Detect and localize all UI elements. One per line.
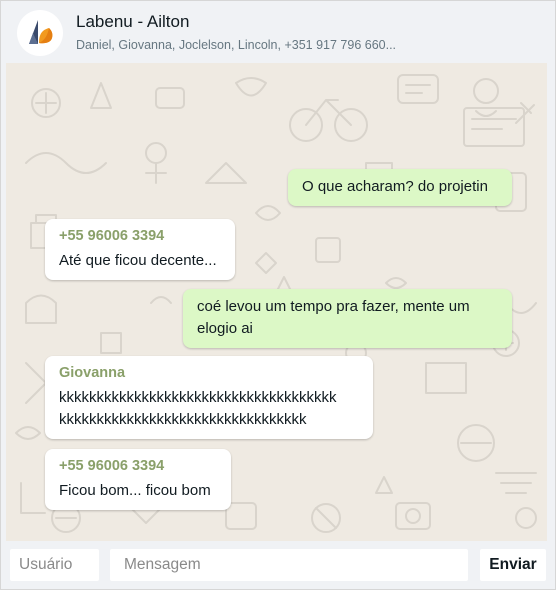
message-text: kkkkkkkkkkkkkkkkkkkkkkkkkkkkkkkkkkkkk kk… (59, 389, 337, 428)
message-composer: Enviar (6, 541, 552, 589)
message-bubble-sent[interactable]: coé levou um tempo pra fazer, mente um e… (183, 289, 512, 348)
message-text: Até que ficou decente... (59, 252, 217, 269)
message-bubble-sent[interactable]: O que acharam? do projetin (288, 169, 512, 206)
avatar[interactable] (17, 9, 63, 56)
message-bubble-received[interactable]: +55 96006 3394 Até que ficou decente... (45, 219, 235, 280)
message-sender: +55 96006 3394 (59, 458, 165, 474)
chat-title: Labenu - Ailton (76, 12, 190, 31)
chat-header[interactable]: Labenu - Ailton Daniel, Giovanna, Joclel… (6, 2, 552, 63)
send-button[interactable]: Enviar (480, 549, 546, 581)
chat-window: Labenu - Ailton Daniel, Giovanna, Joclel… (0, 0, 556, 590)
username-input[interactable] (10, 549, 99, 581)
message-bubble-received[interactable]: Giovanna kkkkkkkkkkkkkkkkkkkkkkkkkkkkkkk… (45, 356, 373, 439)
message-sender: Giovanna (59, 365, 126, 381)
message-input[interactable] (110, 549, 468, 581)
message-text: Ficou bom... ficou bom (59, 482, 211, 499)
message-text: O que acharam? do projetin (302, 178, 488, 195)
message-list[interactable]: O que acharam? do projetin +55 96006 339… (6, 63, 547, 541)
labenu-logo-icon (29, 19, 53, 44)
message-sender: +55 96006 3394 (59, 228, 165, 244)
participants-list: Daniel, Giovanna, Joclelson, Lincoln, +3… (76, 38, 397, 52)
message-bubble-received[interactable]: +55 96006 3394 Ficou bom... ficou bom (45, 449, 231, 510)
header-text: Labenu - Ailton Daniel, Giovanna, Joclel… (76, 11, 396, 54)
message-text: coé levou um tempo pra fazer, mente um e… (197, 298, 470, 337)
